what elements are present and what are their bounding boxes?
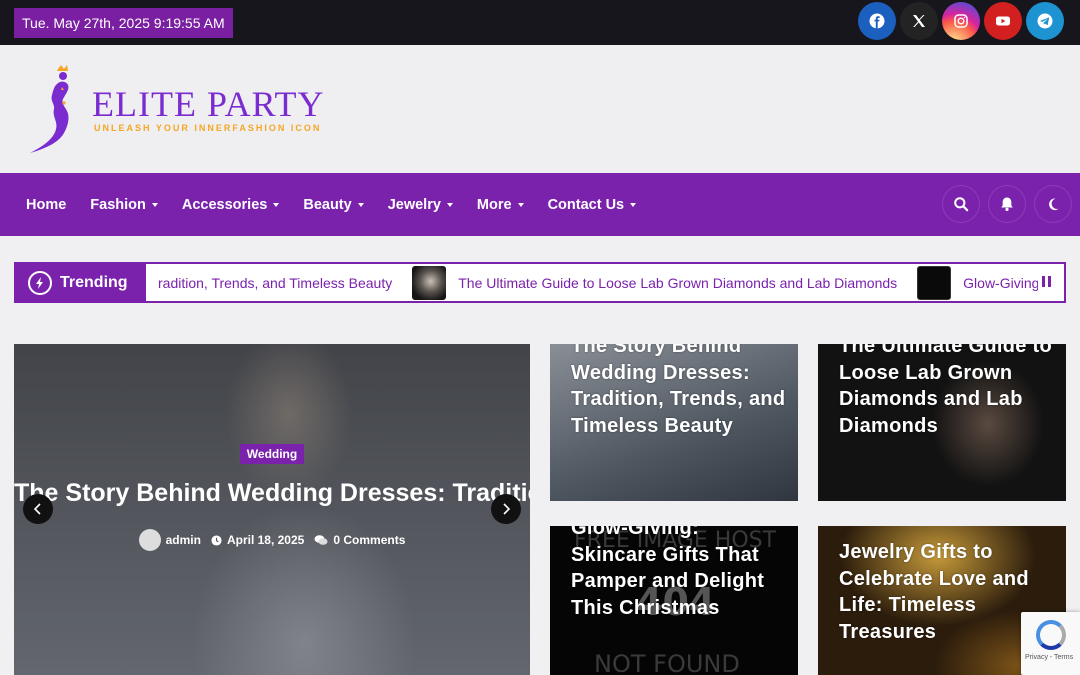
ticker-track: radition, Trends, and Timeless Beauty Th… [158,264,1038,301]
caret-down-icon [517,203,524,207]
ticker-thumbnail[interactable] [412,265,447,300]
recaptcha-text[interactable]: Privacy - Terms [1025,654,1073,661]
post-meta: admin April 18, 2025 0 Comments [14,529,530,551]
post-author[interactable]: admin [166,533,201,547]
chevron-right-icon [503,503,511,515]
site-tagline: UNLEASH YOUR INNERFASHION ICON [94,123,322,133]
nav-item-label: Fashion [90,196,146,213]
caret-down-icon [446,203,453,207]
next-slide-button[interactable] [491,494,521,524]
logo-figure-icon[interactable] [28,63,86,157]
clock-icon [211,534,222,546]
nav-item-label: Contact Us [547,196,625,213]
telegram-icon[interactable] [1026,2,1064,40]
main-nav: Home Fashion Accessories Beauty Jewelry … [0,173,1080,236]
nav-item-label: Home [26,196,67,213]
nav-item-jewelry[interactable]: Jewelry [376,197,465,213]
post-card[interactable]: FREE IMAGE HOST 404 NOT FOUND Glow-Givin… [550,526,798,675]
caret-down-icon [151,203,158,207]
nav-item-label: More [476,196,512,213]
post-card-title[interactable]: The Story Behind Wedding Dresses: Tradit… [571,344,786,439]
post-card[interactable]: The Ultimate Guide to Loose Lab Grown Di… [818,344,1066,501]
nav-item-accessories[interactable]: Accessories [170,197,291,213]
nav-item-home[interactable]: Home [14,197,78,213]
hero-slider[interactable]: Wedding The Story Behind Wedding Dresses… [14,344,530,675]
nav-item-fashion[interactable]: Fashion [78,197,170,213]
hero-title[interactable]: The Story Behind Wedding Dresses: Tradit… [14,478,530,509]
chevron-left-icon [33,503,41,515]
trending-label-text: Trending [60,273,128,291]
site-header: ELITE PARTY UNLEASH YOUR INNERFASHION IC… [0,45,1080,173]
nav-item-beauty[interactable]: Beauty [291,197,375,213]
site-title[interactable]: ELITE PARTY [92,83,325,125]
ticker-item[interactable]: Glow-Giving [963,275,1038,291]
avatar[interactable] [138,529,161,551]
caret-down-icon [273,203,280,207]
post-card[interactable]: The Story Behind Wedding Dresses: Tradit… [550,344,798,501]
current-date: Tue. May 27th, 2025 9:19:55 AM [14,8,233,38]
dark-mode-toggle[interactable] [1034,185,1072,223]
not-found-line3: NOT FOUND [594,650,740,675]
category-badge[interactable]: Wedding [239,444,305,464]
trending-label: Trending [16,264,146,301]
bolt-icon [28,270,52,295]
post-date[interactable]: April 18, 2025 [227,533,304,547]
top-bar: Tue. May 27th, 2025 9:19:55 AM [0,0,1080,45]
post-card-title[interactable]: Jewelry Gifts to Celebrate Love and Life… [839,539,1054,645]
prev-slide-button[interactable] [23,494,53,524]
search-icon [954,197,969,212]
caret-down-icon [357,203,364,207]
moon-icon [1049,198,1059,211]
post-card-title[interactable]: The Ultimate Guide to Loose Lab Grown Di… [839,344,1054,439]
facebook-icon[interactable] [858,2,896,40]
pause-icon[interactable] [1042,276,1054,289]
trending-ticker: Trending radition, Trends, and Timeless … [14,262,1066,303]
post-comments[interactable]: 0 Comments [333,533,405,547]
nav-item-label: Jewelry [387,196,441,213]
search-button[interactable] [942,185,980,223]
nav-item-more[interactable]: More [465,197,536,213]
youtube-icon[interactable] [984,2,1022,40]
post-card-title[interactable]: Glow-Giving: Skincare Gifts That Pamper … [571,526,786,621]
ticker-item[interactable]: radition, Trends, and Timeless Beauty [158,275,392,291]
nav-item-label: Beauty [303,196,352,213]
instagram-icon[interactable] [942,2,980,40]
nav-item-label: Accessories [181,196,268,213]
bell-icon [1001,197,1013,211]
ticker-item[interactable]: The Ultimate Guide to Loose Lab Grown Di… [458,275,897,291]
notifications-button[interactable] [988,185,1026,223]
ticker-thumbnail[interactable] [917,265,952,300]
x-icon[interactable] [900,2,938,40]
caret-down-icon [630,203,637,207]
social-links [858,2,1064,40]
comments-icon [314,535,328,545]
nav-item-contact[interactable]: Contact Us [536,197,649,213]
